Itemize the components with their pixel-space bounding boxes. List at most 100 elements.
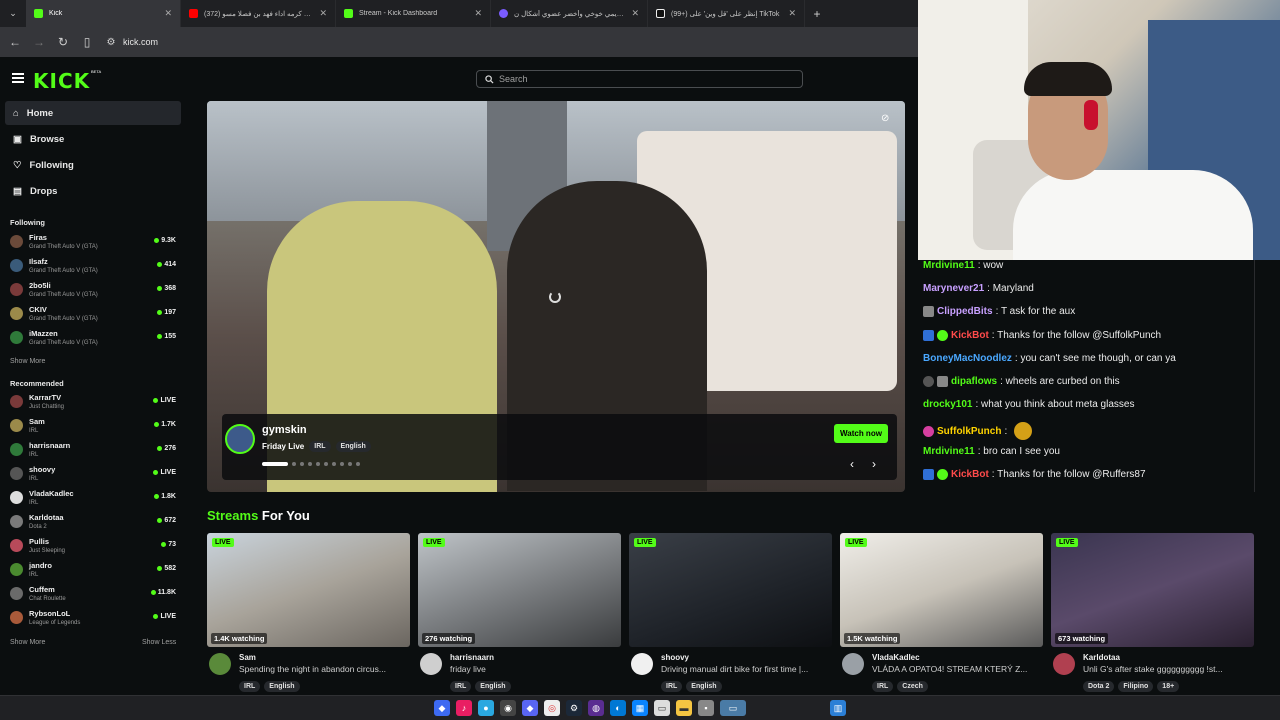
carousel-dot[interactable] [292,462,296,466]
chat-username[interactable]: drocky101 [923,399,972,410]
channel-row[interactable]: harrisnaarn IRL 276 [10,438,178,462]
channel-row[interactable]: iMazzen Grand Theft Auto V (GTA) 155 [10,326,178,350]
stream-title[interactable]: Unli G's after stake gggggggggg !st... [1083,664,1254,674]
chat-username[interactable]: Marynever21 [923,283,984,294]
carousel-dot[interactable] [308,462,312,466]
steam-taskbar-icon[interactable]: ⚙ [566,700,582,716]
stream-title[interactable]: VLÁDA A OPATO4! STREAM KTERÝ Z... [872,664,1043,674]
carousel-dot[interactable] [262,462,288,466]
tag[interactable]: Filipino [1118,681,1154,692]
stream-thumbnail[interactable]: LIVE 1.5K watching [840,533,1043,647]
channel-row[interactable]: Ilsafz Grand Theft Auto V (GTA) 414 [10,254,178,278]
streamer-avatar[interactable] [631,653,653,675]
nav-following[interactable]: ♡ Following [5,153,181,177]
store-taskbar-icon[interactable]: ▦ [632,700,648,716]
forward-icon[interactable]: → [27,30,51,54]
tab-kick-dashboard[interactable]: Stream - Kick Dashboard ✕ [336,0,491,27]
tag[interactable]: Czech [897,681,928,692]
chat-username[interactable]: ClippedBits [937,306,993,317]
channel-row[interactable]: KarrarTV Just Chatting LIVE [10,390,178,414]
discord-taskbar-icon-2[interactable]: ◆ [522,700,538,716]
streamer-name[interactable]: VladaKadlec [872,653,920,662]
streamer-name[interactable]: shoovy [661,653,689,662]
tag[interactable]: Dota 2 [1083,681,1115,692]
streamer-name[interactable]: Sam [239,653,256,662]
channel-row[interactable]: jandro IRL 582 [10,558,178,582]
streamer-name[interactable]: harrisnaarn [450,653,494,662]
tag[interactable]: IRL [661,681,683,692]
mute-icon[interactable]: ⊘ [881,113,893,125]
carousel-dot[interactable] [300,462,304,466]
close-icon[interactable]: ✕ [164,8,172,19]
channel-row[interactable]: VladaKadlec IRL 1.8K [10,486,178,510]
chat-username[interactable]: Mrdivine11 [923,446,975,457]
notes-taskbar-icon[interactable]: ▭ [654,700,670,716]
back-icon[interactable]: ← [3,30,27,54]
app-taskbar-icon-3[interactable]: ▭ [720,700,746,716]
github-taskbar-icon[interactable]: ◉ [500,700,516,716]
watch-now-button[interactable]: Watch now [834,424,888,443]
new-tab-button[interactable]: + [805,2,829,26]
streamer-avatar[interactable] [842,653,864,675]
nav-browse[interactable]: ▣ Browse [5,127,181,151]
search-input[interactable]: Search [476,70,803,88]
nav-drops[interactable]: ▤ Drops [5,179,181,203]
tab-tiktok[interactable]: (99+) إنظر على 'قل وين' على TikTok ✕ [648,0,805,27]
tag[interactable]: IRL [872,681,894,692]
tag[interactable]: IRL [239,681,261,692]
stream-title[interactable]: Driving manual dirt bike for first time … [661,664,832,674]
widget-taskbar-icon[interactable]: ▥ [830,700,846,716]
channel-row[interactable]: RybsonLoL League of Legends LIVE [10,606,178,630]
stream-title[interactable]: Spending the night in abandon circus... [239,664,410,674]
nav-home[interactable]: ⌂ Home [5,101,181,125]
tag[interactable]: English [335,441,371,452]
reload-icon[interactable]: ↻ [51,30,75,54]
tag[interactable]: IRL [450,681,472,692]
edge-taskbar-icon[interactable]: ◐ [610,700,626,716]
hamburger-menu-icon[interactable] [12,73,24,83]
tag[interactable]: English [264,681,300,692]
channel-row[interactable]: Firas Grand Theft Auto V (GTA) 9.3K [10,230,178,254]
tab-list-button[interactable]: ⌄ [0,2,26,26]
close-icon[interactable]: ✕ [788,8,796,19]
tiktok-taskbar-icon[interactable]: ♪ [456,700,472,716]
channel-row[interactable]: Karldotaa Dota 2 672 [10,510,178,534]
channel-row[interactable]: shoovy IRL LIVE [10,462,178,486]
stream-thumbnail[interactable]: LIVE 1.4K watching [207,533,410,647]
chat-username[interactable]: SuffolkPunch [937,426,1001,437]
tab-youtube[interactable]: (372) فكر فكين كرمه اداء فهد بن فصلا مسو… [181,0,336,27]
carousel-next-icon[interactable]: › [872,457,876,471]
show-more-following[interactable]: Show More [10,358,45,365]
sidebar-toggle-icon[interactable]: ▯ [75,30,99,54]
streamer-name[interactable]: Karldotaa [1083,653,1120,662]
app-taskbar-icon[interactable]: ● [478,700,494,716]
url-field[interactable]: kick.com [123,37,158,47]
chat-username[interactable]: Mrdivine11 [923,260,975,271]
close-icon[interactable]: ✕ [631,8,639,19]
tag[interactable]: IRL [309,441,331,452]
channel-row[interactable]: Sam IRL 1.7K [10,414,178,438]
streamer-avatar[interactable] [420,653,442,675]
stream-thumbnail[interactable]: LIVE 276 watching [418,533,621,647]
kick-logo[interactable]: KICK [33,69,90,93]
carousel-dot[interactable] [348,462,352,466]
tag[interactable]: English [686,681,722,692]
chat-username[interactable]: dipaflows [951,376,997,387]
stream-title[interactable]: friday live [450,664,621,674]
obs-taskbar-icon[interactable]: ◍ [588,700,604,716]
show-more-recommended[interactable]: Show More [10,639,45,646]
folder-taskbar-icon[interactable]: ▬ [676,700,692,716]
streamer-avatar[interactable] [209,653,231,675]
app-taskbar-icon-2[interactable]: ▪ [698,700,714,716]
tag[interactable]: English [475,681,511,692]
carousel-dot[interactable] [316,462,320,466]
channel-row[interactable]: Cuffem Chat Roulette 11.8K [10,582,178,606]
chat-username[interactable]: BoneyMacNoodlez [923,353,1012,364]
carousel-dot[interactable] [356,462,360,466]
show-less-recommended[interactable]: Show Less [142,639,176,646]
carousel-dot[interactable] [340,462,344,466]
stream-thumbnail[interactable]: LIVE 673 watching [1051,533,1254,647]
tab-canva[interactable]: عرض تقديمي خوخي وأخضر عضوي أشكال ن ✕ [491,0,648,27]
tag[interactable]: 18+ [1157,681,1180,692]
featured-streamer-name[interactable]: gymskin [262,424,307,436]
